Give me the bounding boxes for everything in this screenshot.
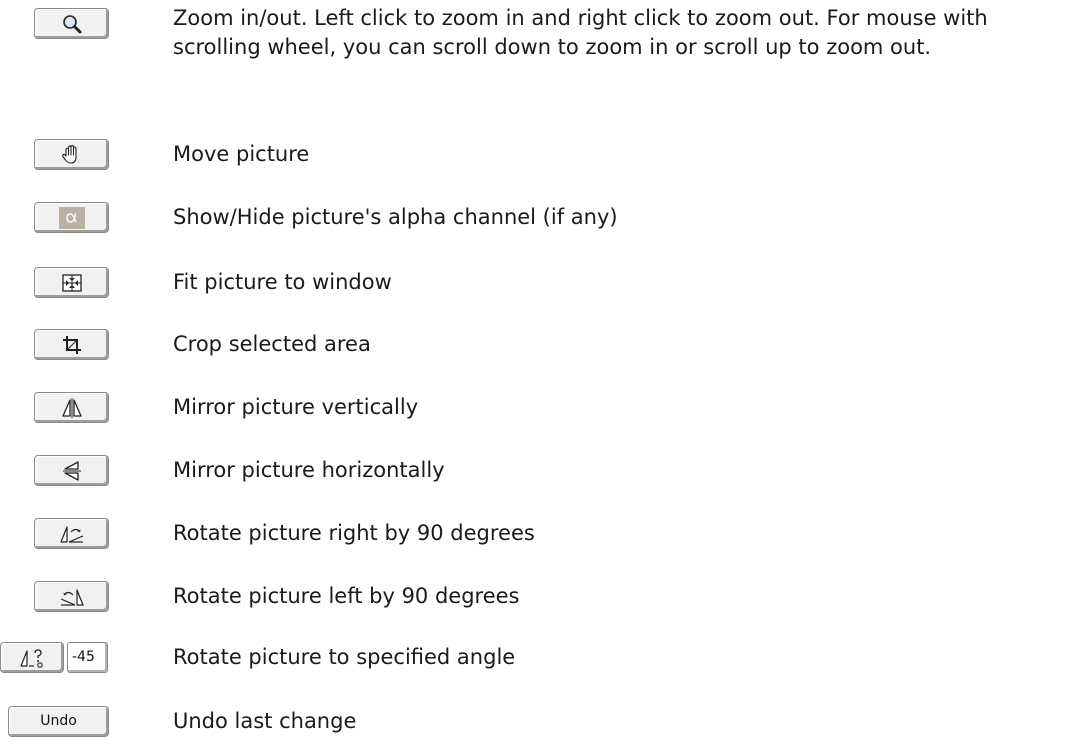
rotate-right-button[interactable] [34, 518, 109, 549]
crop-icon [61, 334, 83, 356]
fit-window-description: Fit picture to window [173, 270, 392, 294]
rotate-angle-description: Rotate picture to specified angle [173, 645, 516, 669]
mirror-horizontal-description: Mirror picture horizontally [173, 458, 445, 482]
alpha-description: Show/Hide picture's alpha channel (if an… [173, 205, 618, 229]
hand-icon [60, 144, 84, 166]
move-description: Move picture [173, 142, 310, 166]
rotate-angle-button[interactable] [0, 642, 64, 673]
crop-description: Crop selected area [173, 332, 371, 356]
undo-button-label: Undo [40, 712, 77, 729]
alpha-icon [58, 206, 85, 229]
undo-button[interactable]: Undo [8, 706, 109, 737]
fit-window-icon [61, 273, 83, 293]
mirror-vertical-icon [60, 397, 84, 419]
zoom-button[interactable] [34, 8, 109, 39]
zoom-icon [61, 13, 83, 35]
rotate-right-description: Rotate picture right by 90 degrees [173, 521, 535, 545]
zoom-description: Zoom in/out. Left click to zoom in and r… [173, 6, 988, 59]
mirror-horizontal-button[interactable] [34, 455, 109, 486]
fit-window-button[interactable] [34, 267, 109, 298]
angle-input[interactable]: -45 [67, 642, 108, 673]
rotate-left-description: Rotate picture left by 90 degrees [173, 584, 520, 608]
mirror-vertical-button[interactable] [34, 392, 109, 423]
mirror-vertical-description: Mirror picture vertically [173, 395, 419, 419]
alpha-button[interactable] [34, 202, 109, 233]
rotate-left-button[interactable] [34, 581, 109, 612]
undo-description: Undo last change [173, 709, 357, 733]
move-button[interactable] [34, 139, 109, 170]
mirror-horizontal-icon [61, 460, 83, 482]
rotate-left-icon [59, 586, 85, 608]
rotate-angle-icon [18, 647, 46, 669]
crop-button[interactable] [34, 329, 109, 360]
rotate-right-icon [59, 523, 85, 545]
